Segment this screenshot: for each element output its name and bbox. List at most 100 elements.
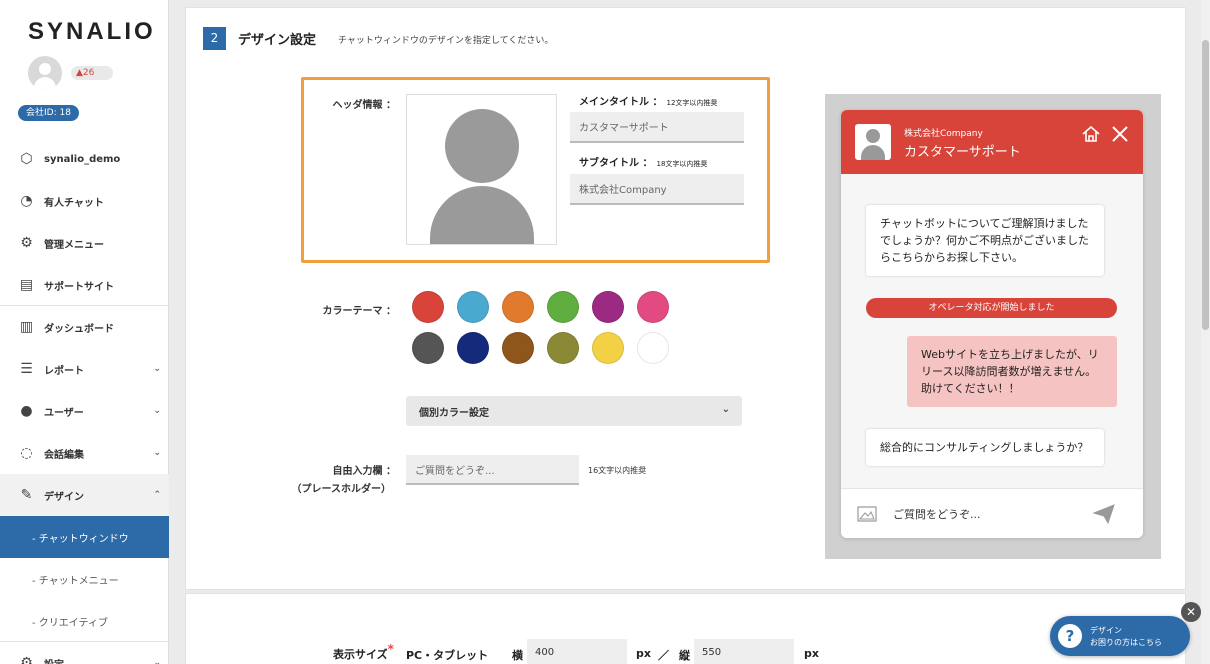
required-mark: * xyxy=(387,642,394,656)
gears-icon: ⚙ xyxy=(20,235,33,251)
design-settings-panel: 2 デザイン設定 チャットウィンドウのデザインを指定してください。 ヘッダ情報 … xyxy=(185,7,1186,590)
size-separator: ／ xyxy=(658,649,669,662)
sidebar-item-chat-window[interactable]: - チャットウィンドウ xyxy=(0,516,169,558)
chat-subtitle: 株式会社Company xyxy=(904,129,983,139)
scrollbar-thumb[interactable] xyxy=(1202,40,1209,330)
bot-message: 総合的にコンサルティングしましょうか？ xyxy=(866,429,1104,466)
placeholder-input[interactable]: ご質問をどうぞ... xyxy=(406,455,579,485)
color-swatch[interactable] xyxy=(637,291,669,323)
notification-badge[interactable]: ▲26 xyxy=(71,66,113,80)
help-button[interactable]: ? デザイン お困りの方はこちら xyxy=(1050,616,1190,656)
header-image-upload[interactable] xyxy=(406,94,557,245)
home-icon[interactable] xyxy=(1081,124,1101,144)
window-icon: ▤ xyxy=(19,277,34,293)
color-swatch[interactable] xyxy=(412,291,444,323)
sidebar-item-users[interactable]: ● ユーザー ⌄ xyxy=(0,390,169,432)
chevron-down-icon: ⌄ xyxy=(153,364,161,374)
color-swatch[interactable] xyxy=(412,332,444,364)
chat-preview-area: 株式会社Company カスタマーサポート チャットボットについてご理解頂けまし… xyxy=(825,94,1161,559)
chat-input-placeholder[interactable]: ご質問をどうぞ... xyxy=(893,506,981,522)
chevron-down-icon: ⌄ xyxy=(153,448,161,458)
scrollbar[interactable] xyxy=(1201,0,1210,664)
cube-icon: ⬡ xyxy=(20,151,33,167)
color-swatch[interactable] xyxy=(547,291,579,323)
sidebar-item-creative[interactable]: - クリエイティブ xyxy=(0,600,169,642)
height-input[interactable]: 550 xyxy=(694,639,794,664)
chat-window-preview: 株式会社Company カスタマーサポート チャットボットについてご理解頂けまし… xyxy=(841,110,1143,538)
sidebar-item-label: 会話編集 xyxy=(44,449,84,461)
users-icon: ● xyxy=(20,403,33,419)
sub-title-input[interactable]: 株式会社Company xyxy=(570,174,744,205)
chevron-down-icon: ⌄ xyxy=(153,406,161,416)
placeholder-hint: 16文字以内推奨 xyxy=(588,466,647,475)
bot-message: チャットボットについてご理解頂けましたでしょうか？何かご不明点がございましたらこ… xyxy=(866,205,1104,276)
custom-color-select[interactable]: 個別カラー設定 ⌄ xyxy=(406,396,742,426)
operator-notice: オペレータ対応が開始しました xyxy=(866,298,1117,318)
sidebar-item-label: - チャットウィンドウ xyxy=(32,533,129,545)
sidebar-item-settings[interactable]: ⚙ 設定 ⌄ xyxy=(0,642,169,664)
image-icon[interactable] xyxy=(857,506,877,522)
sidebar-item-label: デザイン xyxy=(44,491,84,503)
section-title: デザイン設定 xyxy=(238,33,317,48)
avatar[interactable] xyxy=(28,56,62,90)
color-swatch[interactable] xyxy=(502,291,534,323)
free-input-label: 自由入力欄 ： xyxy=(332,466,396,477)
headset-icon: ◔ xyxy=(20,193,33,209)
color-swatch[interactable] xyxy=(592,332,624,364)
chevron-up-icon: ⌃ xyxy=(153,490,161,500)
help-subtitle: お困りの方はこちら xyxy=(1090,638,1162,647)
help-close-icon[interactable]: ✕ xyxy=(1181,602,1201,622)
color-swatch[interactable] xyxy=(637,332,669,364)
chat-input-bar: ご質問をどうぞ... xyxy=(841,488,1143,538)
color-swatch[interactable] xyxy=(547,332,579,364)
company-id-badge: 会社ID: 18 xyxy=(18,105,79,121)
list-icon: ☰ xyxy=(20,361,33,377)
main-title-label: メインタイトル ： 12文字以内推奨 xyxy=(579,97,718,108)
sidebar-item-live-chat[interactable]: ◔ 有人チャット xyxy=(0,180,169,222)
sidebar-item-label: ユーザー xyxy=(44,407,84,419)
sidebar-item-dashboard[interactable]: ▥ ダッシュボード xyxy=(0,306,169,348)
sidebar-item-support-site[interactable]: ▤ サポートサイト xyxy=(0,264,169,306)
color-theme-label: カラーテーマ ： xyxy=(322,306,396,317)
chat-title: カスタマーサポート xyxy=(904,145,1021,160)
close-icon[interactable] xyxy=(1111,125,1129,143)
edit-icon: ✎ xyxy=(20,487,33,503)
sidebar-item-admin-menu[interactable]: ⚙ 管理メニュー xyxy=(0,222,169,264)
display-size-panel: 表示サイズ* PC・タブレット 横 400 px ／ 縦 550 px xyxy=(185,593,1186,664)
logo: SYNALIO xyxy=(28,18,156,45)
sidebar-item-account[interactable]: ⬡ synalio_demo xyxy=(0,138,169,180)
person-icon xyxy=(445,109,519,183)
sidebar-item-report[interactable]: ☰ レポート ⌄ xyxy=(0,348,169,390)
width-label: 横 xyxy=(512,649,523,662)
color-swatch[interactable] xyxy=(457,291,489,323)
main-title-input[interactable]: カスタマーサポート xyxy=(570,112,744,143)
sidebar-item-chat-menu[interactable]: - チャットメニュー xyxy=(0,558,169,600)
chat-avatar xyxy=(855,124,891,160)
send-icon[interactable] xyxy=(1093,504,1115,524)
sidebar-item-label: レポート xyxy=(44,365,84,377)
sidebar-item-label: 管理メニュー xyxy=(44,239,104,251)
sidebar-item-label: - チャットメニュー xyxy=(32,575,119,587)
sidebar-item-conversation-edit[interactable]: ◌ 会話編集 ⌄ xyxy=(0,432,169,474)
help-title: デザイン xyxy=(1090,626,1122,635)
app: SYNALIO ▲26 会社ID: 18 ⬡ synalio_demo ◔ 有人チャ… xyxy=(0,0,1210,664)
sidebar: SYNALIO ▲26 会社ID: 18 ⬡ synalio_demo ◔ 有人チャ… xyxy=(0,0,169,664)
notification-count: 26 xyxy=(82,68,95,78)
sidebar-item-label: 設定 xyxy=(44,656,64,664)
sidebar-item-design[interactable]: ✎ デザイン ⌃ xyxy=(0,474,169,516)
color-swatch[interactable] xyxy=(592,291,624,323)
width-input[interactable]: 400 xyxy=(527,639,627,664)
sidebar-item-label: synalio_demo xyxy=(44,153,121,165)
chat-header: 株式会社Company カスタマーサポート xyxy=(841,110,1143,174)
step-number: 2 xyxy=(203,27,226,50)
color-swatch[interactable] xyxy=(457,332,489,364)
chevron-down-icon: ⌄ xyxy=(153,658,161,664)
sidebar-item-label: ダッシュボード xyxy=(44,323,114,335)
color-swatch[interactable] xyxy=(502,332,534,364)
header-info-label: ヘッダ情報 ： xyxy=(332,100,396,111)
free-input-sublabel: （プレースホルダー） xyxy=(291,484,392,495)
width-unit: px xyxy=(636,647,651,660)
bar-chart-icon: ▥ xyxy=(19,319,34,335)
chat-icon: ◌ xyxy=(20,445,33,461)
question-icon: ? xyxy=(1058,624,1082,648)
